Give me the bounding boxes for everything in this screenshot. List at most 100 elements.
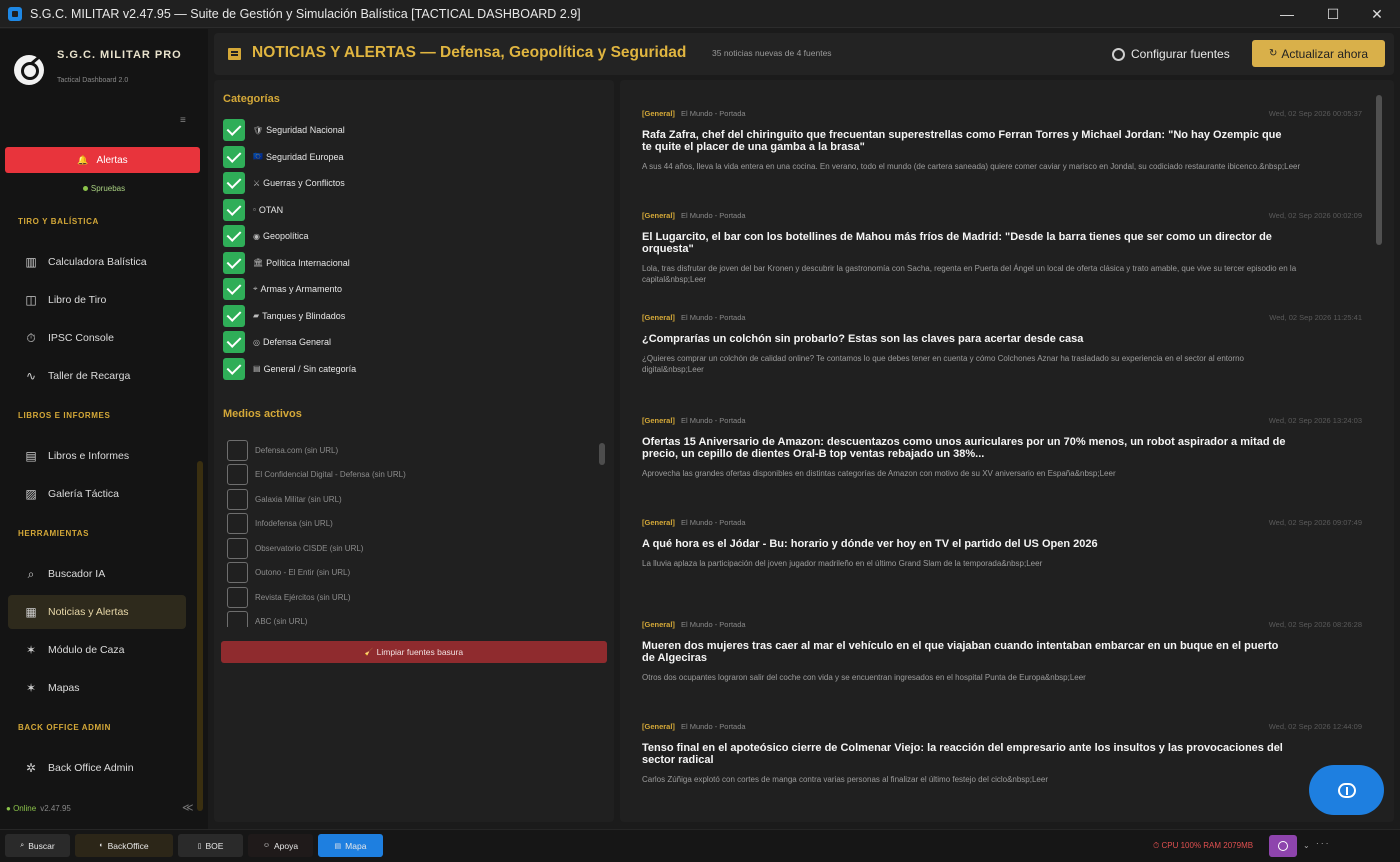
news-headline[interactable]: El Lugarcito, el bar con los botellines …	[642, 231, 1292, 255]
category-checkbox[interactable]: ▤ General / Sin categoría	[223, 357, 356, 380]
category-checkbox[interactable]: 🛡 Seguridad Nacional	[223, 119, 345, 141]
sidebar-item-noticias[interactable]: ▦ Noticias y Alertas	[8, 595, 186, 629]
news-item[interactable]: [General] El Mundo - Portada Wed, 02 Sep 2…	[642, 211, 1362, 285]
alerts-button[interactable]: 🔔 Alertas	[5, 147, 200, 173]
category-checkbox[interactable]: ◎ Defensa General	[223, 331, 331, 353]
version-label: v2.47.95	[40, 804, 71, 813]
section-herramientas: HERRAMIENTAS	[18, 529, 90, 538]
news-headline[interactable]: Mueren dos mujeres tras caer al mar el v…	[642, 640, 1292, 664]
media-source-item[interactable]: Infodefensa (sin URL)	[227, 513, 333, 535]
tree-icon: ✶	[25, 643, 37, 657]
category-checkbox[interactable]: ◉ Geopolítica	[223, 225, 309, 247]
taskbar-apoya-button[interactable]: ☺ Apoya	[248, 834, 313, 857]
news-item[interactable]: [General] El Mundo - Portada Wed, 02 Sep 2…	[642, 416, 1362, 479]
news-item[interactable]: [General] El Mundo - Portada Wed, 02 Sep 2…	[642, 518, 1362, 569]
news-item[interactable]: [General] El Mundo - Portada Wed, 02 Sep 2…	[642, 313, 1362, 375]
news-category-tag: [General]	[642, 517, 675, 527]
sidebar-item-taller[interactable]: ∿ Taller de Recarga	[8, 359, 186, 393]
maximize-button[interactable]: ☐	[1310, 0, 1356, 28]
checkbox-unchecked-icon[interactable]	[227, 464, 248, 485]
sidebar-item-buscador[interactable]: ⌕ Buscador IA	[8, 557, 186, 591]
checkbox-checked-icon[interactable]	[223, 278, 245, 300]
clean-sources-button[interactable]: 🧹 Limpiar fuentes basura	[221, 641, 607, 663]
news-meta: [General] El Mundo - Portada Wed, 02 Sep 2…	[642, 518, 1362, 528]
checkbox-checked-icon[interactable]	[223, 251, 245, 274]
category-icon: ◉	[253, 231, 260, 241]
news-headline[interactable]: Rafa Zafra, chef del chiringuito que fre…	[642, 129, 1292, 153]
sidebar-item-ipsc[interactable]: ⏱ IPSC Console	[8, 321, 186, 355]
sidebar-item-caza[interactable]: ✶ Módulo de Caza	[8, 633, 186, 667]
news-headline[interactable]: Ofertas 15 Aniversario de Amazon: descue…	[642, 436, 1292, 460]
media-source-label: Revista Ejércitos (sin URL)	[255, 592, 351, 602]
minimize-button[interactable]: —	[1264, 0, 1310, 28]
news-headline[interactable]: Tenso final en el apoteósico cierre de C…	[642, 742, 1292, 766]
taskbar-backoffice-button[interactable]: ◐ BackOffice	[75, 834, 173, 857]
news-item[interactable]: [General] El Mundo - Portada Wed, 02 Sep 2…	[642, 109, 1362, 172]
category-checkbox[interactable]: ▫ OTAN	[223, 198, 284, 221]
sidebar-item-galeria[interactable]: ▨ Galería Táctica	[8, 477, 186, 511]
news-date: Wed, 02 Sep 2026 12:44:09	[1268, 722, 1362, 732]
collapse-sidebar-icon[interactable]: ≪	[182, 801, 194, 814]
news-source: El Mundo - Portada	[680, 313, 746, 323]
sidebar-item-libro-tiro[interactable]: ◫ Libro de Tiro	[8, 283, 186, 317]
news-headline[interactable]: A qué hora es el Jódar - Bu: horario y d…	[642, 538, 1292, 550]
news-meta: [General] El Mundo - Portada Wed, 02 Sep 2…	[642, 416, 1362, 426]
update-now-button[interactable]: ↻ Actualizar ahora	[1252, 40, 1385, 67]
close-button[interactable]: ✕	[1354, 0, 1400, 28]
checkbox-unchecked-icon[interactable]	[227, 488, 248, 510]
sidebar-item-libros[interactable]: ▤ Libros e Informes	[8, 439, 186, 473]
checkbox-unchecked-icon[interactable]	[227, 586, 248, 608]
media-source-item[interactable]: Outono - El Entir (sin URL)	[227, 562, 350, 584]
checkbox-checked-icon[interactable]	[223, 357, 245, 380]
media-source-item[interactable]: Revista Ejércitos (sin URL)	[227, 586, 351, 608]
sidebar-item-calculadora[interactable]: ▥ Calculadora Balística	[8, 245, 186, 279]
taskbar-search-button[interactable]: ⌕ Buscar	[5, 834, 70, 857]
tray-app-icon[interactable]	[1269, 835, 1297, 857]
checkbox-checked-icon[interactable]	[223, 198, 245, 221]
taskbar-boe-button[interactable]: ▯ BOE	[178, 834, 243, 857]
checkbox-unchecked-icon[interactable]	[227, 513, 248, 534]
news-scrollbar[interactable]	[1376, 95, 1382, 245]
configure-sources-button[interactable]: Configurar fuentes	[1112, 43, 1230, 65]
news-category-tag: [General]	[642, 313, 675, 323]
category-checkbox[interactable]: 🏛 Política Internacional	[223, 251, 350, 274]
media-source-item[interactable]: El Confidencial Digital - Defensa (sin U…	[227, 464, 406, 486]
checkbox-unchecked-icon[interactable]	[227, 439, 248, 461]
checkbox-checked-icon[interactable]	[223, 145, 245, 168]
category-checkbox[interactable]: 🇪🇺 Seguridad Europea	[223, 145, 344, 168]
checkbox-unchecked-icon[interactable]	[227, 562, 248, 583]
checkbox-checked-icon[interactable]	[223, 119, 245, 141]
checkbox-checked-icon[interactable]	[223, 225, 245, 247]
news-item[interactable]: [General] El Mundo - Portada Wed, 02 Sep 2…	[642, 620, 1362, 683]
news-date: Wed, 02 Sep 2026 00:02:09	[1268, 211, 1362, 221]
tray-chevron-icon[interactable]: ⌄	[1303, 841, 1310, 850]
taskbar-mapa-button[interactable]: ▤ Mapa	[318, 834, 383, 857]
sidebar-scrollbar[interactable]	[197, 461, 203, 811]
checkbox-checked-icon[interactable]	[223, 304, 245, 327]
news-meta: [General] El Mundo - Portada Wed, 02 Sep 2…	[642, 722, 1362, 732]
news-headline[interactable]: ¿Comprarías un colchón sin probarlo? Est…	[642, 333, 1292, 345]
checkbox-checked-icon[interactable]	[223, 331, 245, 353]
menu-icon[interactable]: ≡	[180, 115, 186, 126]
sidebar-item-backoffice[interactable]: ✲ Back Office Admin	[8, 751, 186, 785]
media-scrollbar[interactable]	[599, 443, 605, 465]
brand-name: S.G.C. MILITAR PRO	[57, 49, 182, 61]
checkbox-unchecked-icon[interactable]	[227, 537, 248, 559]
page-title: NOTICIAS Y ALERTAS — Defensa, Geopolític…	[252, 44, 687, 61]
category-label: OTAN	[258, 204, 284, 215]
sidebar-item-mapas[interactable]: ✶ Mapas	[8, 671, 186, 705]
media-source-item[interactable]: Defensa.com (sin URL)	[227, 439, 338, 461]
category-checkbox[interactable]: ⚔ Guerras y Conflictos	[223, 172, 345, 194]
media-source-item[interactable]: ABC (sin URL)	[227, 611, 307, 627]
category-checkbox[interactable]: ⌖ Armas y Armamento	[223, 278, 342, 300]
media-source-item[interactable]: Observatorio CISDE (sin URL)	[227, 537, 363, 559]
news-date: Wed, 02 Sep 2026 13:24:03	[1268, 415, 1362, 425]
media-list[interactable]: Defensa.com (sin URL) El Confidencial Dig…	[223, 435, 608, 627]
checkbox-checked-icon[interactable]	[223, 172, 245, 194]
checkbox-unchecked-icon[interactable]	[227, 611, 248, 627]
category-checkbox[interactable]: ▰ Tanques y Blindados	[223, 304, 345, 327]
media-source-item[interactable]: Galaxia Militar (sin URL)	[227, 488, 342, 510]
report-icon: ▤	[25, 449, 37, 463]
ai-assistant-button[interactable]	[1309, 765, 1384, 815]
news-item[interactable]: [General] El Mundo - Portada Wed, 02 Sep 2…	[642, 722, 1362, 785]
